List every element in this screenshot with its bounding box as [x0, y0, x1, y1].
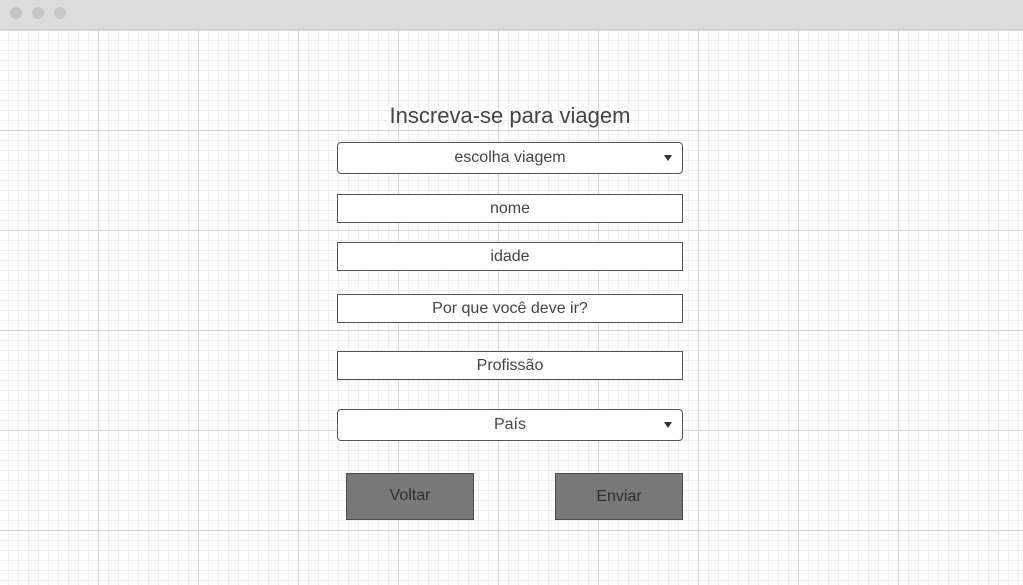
country-select-value: País: [493, 416, 526, 433]
chevron-down-icon[interactable]: [664, 422, 672, 428]
back-button[interactable]: Voltar: [346, 473, 474, 520]
submit-button[interactable]: Enviar: [555, 473, 683, 520]
trip-select[interactable]: escolha viagem: [337, 142, 683, 174]
name-field-value: nome: [489, 199, 531, 217]
name-field[interactable]: nome: [337, 194, 683, 223]
profession-field-value: Profissão: [476, 356, 544, 374]
window-dot-icon[interactable]: [54, 7, 66, 19]
country-select[interactable]: País: [337, 409, 683, 441]
why-field-value: Por que você deve ir?: [432, 299, 588, 317]
form-title: Inscreva-se para viagem: [389, 103, 631, 128]
age-field[interactable]: idade: [337, 242, 683, 271]
age-field-value: idade: [490, 247, 530, 265]
window-titlebar: [0, 0, 1023, 30]
window-dot-icon[interactable]: [10, 7, 22, 19]
chevron-down-icon[interactable]: [664, 155, 672, 161]
scrollbar-track[interactable]: [998, 30, 1023, 585]
submit-button-label: Enviar: [596, 487, 642, 505]
window-dot-icon[interactable]: [32, 7, 44, 19]
why-field[interactable]: Por que você deve ir?: [337, 294, 683, 323]
profession-field[interactable]: Profissão: [337, 351, 683, 380]
trip-select-value: escolha viagem: [454, 149, 566, 166]
back-button-label: Voltar: [389, 486, 431, 504]
